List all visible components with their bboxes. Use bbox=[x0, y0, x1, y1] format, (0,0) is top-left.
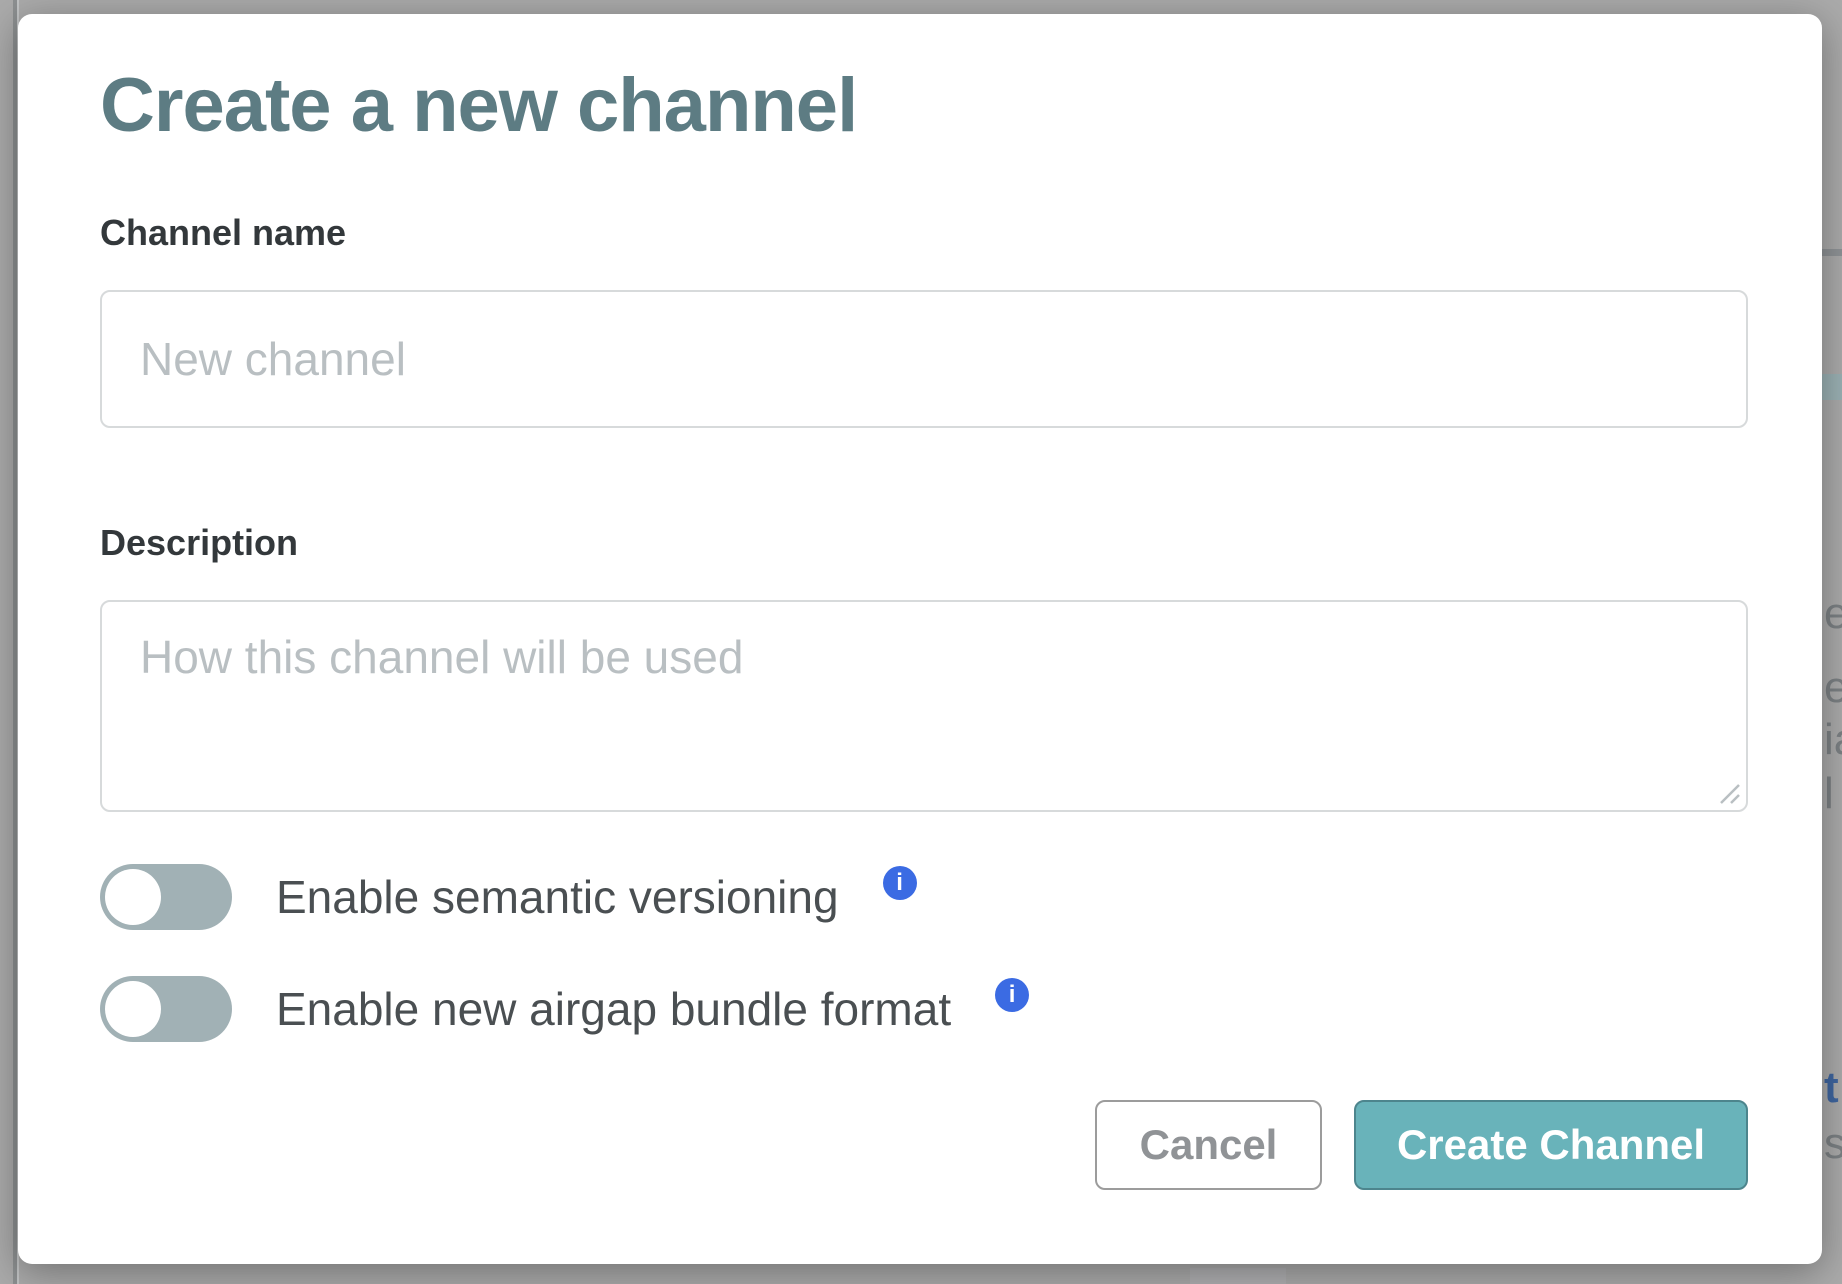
background-link-fragment: t bbox=[1824, 1066, 1839, 1110]
background-text-fragment: ia bbox=[1824, 718, 1842, 762]
modal-title: Create a new channel bbox=[100, 64, 857, 148]
background-text-fragment: e bbox=[1824, 666, 1842, 710]
background-teal-fragment bbox=[1822, 374, 1842, 400]
semantic-versioning-toggle[interactable] bbox=[100, 864, 232, 930]
toggle-knob bbox=[105, 869, 161, 925]
create-channel-modal: Create a new channel Channel name Descri… bbox=[18, 14, 1822, 1264]
description-field-wrap bbox=[100, 600, 1748, 812]
background-text-fragment: l bbox=[1824, 772, 1834, 816]
airgap-bundle-row: Enable new airgap bundle format i bbox=[100, 970, 1029, 1048]
cancel-button[interactable]: Cancel bbox=[1095, 1100, 1322, 1190]
description-label: Description bbox=[100, 522, 298, 564]
semantic-versioning-label: Enable semantic versioning bbox=[276, 870, 839, 924]
create-channel-button[interactable]: Create Channel bbox=[1354, 1100, 1748, 1190]
info-icon[interactable]: i bbox=[883, 866, 917, 900]
channel-name-label: Channel name bbox=[100, 212, 346, 254]
airgap-bundle-toggle[interactable] bbox=[100, 976, 232, 1042]
background-text-fragment: s bbox=[1824, 1122, 1842, 1166]
semantic-versioning-row: Enable semantic versioning i bbox=[100, 858, 917, 936]
description-textarea[interactable] bbox=[100, 600, 1748, 812]
background-text-fragment: e bbox=[1824, 592, 1842, 636]
toggle-knob bbox=[105, 981, 161, 1037]
channel-name-input[interactable] bbox=[100, 290, 1748, 428]
airgap-bundle-label: Enable new airgap bundle format bbox=[276, 982, 951, 1036]
info-icon[interactable]: i bbox=[995, 978, 1029, 1012]
background-divider-fragment bbox=[1822, 249, 1842, 256]
background-button-fragment bbox=[1190, 1268, 1286, 1284]
